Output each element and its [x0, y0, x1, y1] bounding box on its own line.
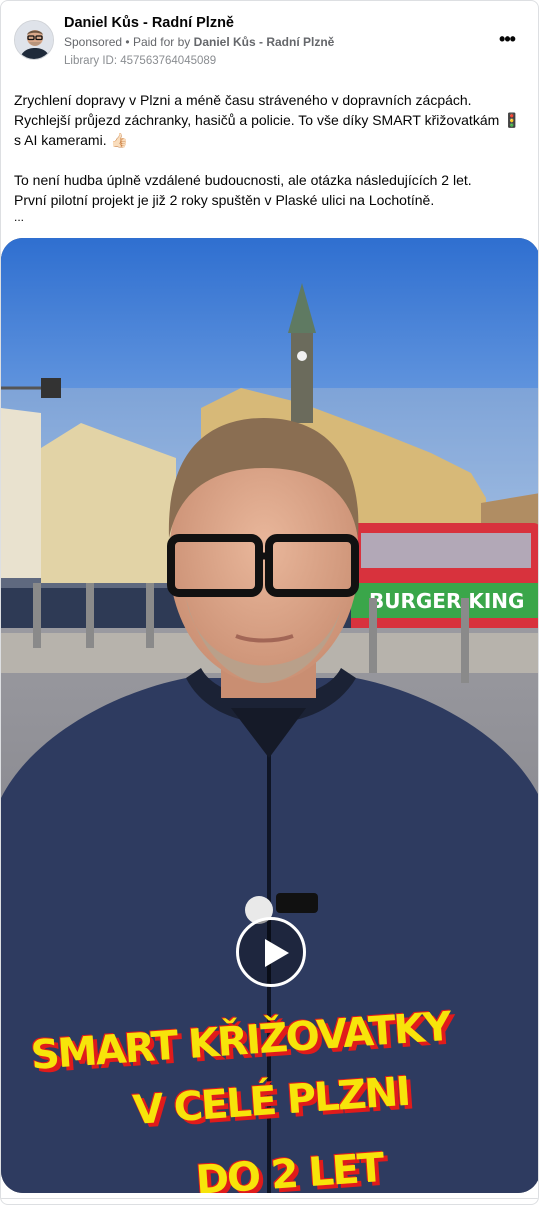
more-horizontal-icon[interactable]: ••• [495, 29, 519, 53]
separator-dot: • [125, 35, 133, 49]
play-icon[interactable] [236, 917, 306, 987]
post-header: Daniel Kůs - Radní Plzně Sponsored • Pai… [1, 1, 538, 81]
library-id: Library ID: 457563764045089 [64, 55, 217, 67]
overlay-line-1: SMART KŘIŽOVATKY [29, 1003, 452, 1079]
page-name-link[interactable]: Daniel Kůs - Radní Plzně [64, 15, 234, 31]
post-text: Zrychlení dopravy v Plzni a méně času st… [14, 90, 529, 224]
sponsored-meta: Sponsored • Paid for by Daniel Kůs - Rad… [64, 35, 334, 49]
post-paragraph-2-line-2: První pilotní projekt je již 2 roky spuš… [14, 192, 435, 208]
ad-card: Daniel Kůs - Radní Plzně Sponsored • Pai… [0, 0, 539, 1205]
post-paragraph-1: Zrychlení dopravy v Plzni a méně času st… [14, 92, 521, 148]
paid-for-name[interactable]: Daniel Kůs - Radní Plzně [194, 35, 335, 49]
video-player[interactable]: BURGER KING SMART KŘIŽOVATKY V CELÉ PLZN… [1, 238, 538, 1193]
tram-sign: BURGER KING [369, 589, 524, 613]
video-caption-overlay: SMART KŘIŽOVATKY V CELÉ PLZNI DO 2 LET [1, 978, 538, 1193]
avatar[interactable] [14, 20, 54, 60]
overlay-line-2: V CELÉ PLZNI [131, 1068, 411, 1134]
card-divider [1, 1198, 538, 1199]
see-more-ellipsis[interactable]: ... [14, 210, 529, 224]
sponsored-label: Sponsored [64, 35, 123, 49]
paid-for-label: Paid for by [132, 35, 191, 49]
post-paragraph-2-line-1: To není hudba úplně vzdálené budoucnosti… [14, 172, 472, 188]
overlay-line-3: DO 2 LET [194, 1145, 385, 1193]
